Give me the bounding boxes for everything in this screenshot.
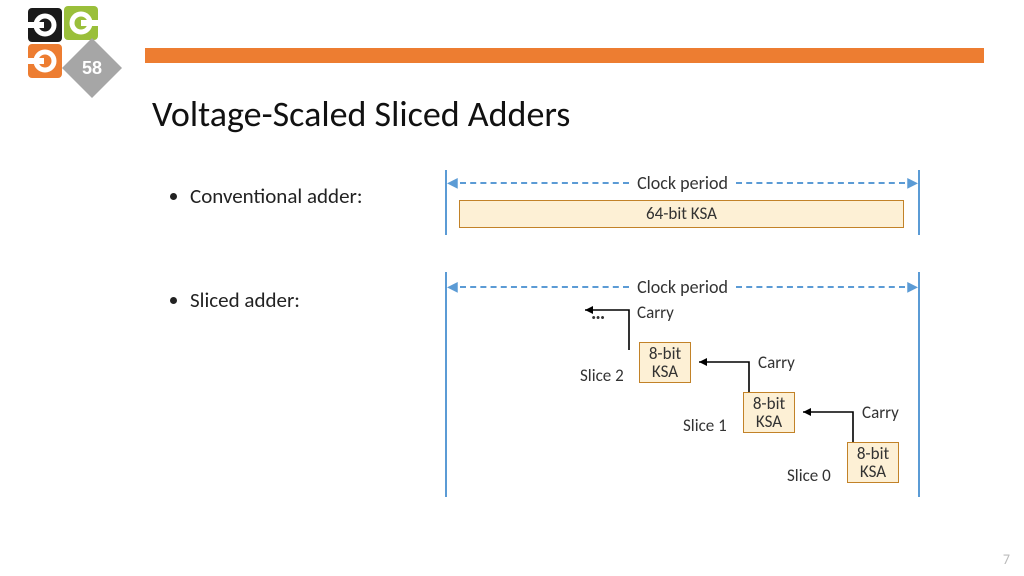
page-number: 7 (1003, 551, 1010, 568)
conference-logo: 58 (22, 6, 122, 106)
ksa-big-label: 64-bit KSA (646, 205, 717, 223)
dash-line (460, 286, 629, 288)
svg-text:58: 58 (82, 58, 102, 78)
ksa-slice-2-block: 8-bit KSA (639, 342, 691, 383)
carry-label: Carry (637, 302, 674, 323)
bullet-conventional: Conventional adder: (190, 183, 442, 209)
dash-line (736, 182, 905, 184)
clock-period-label: Clock period (637, 276, 728, 298)
slice-2-label: Slice 2 (580, 365, 624, 386)
clock-period-span-bottom: ◀ Clock period ▶ (447, 276, 918, 298)
ksa-slice-0-block: 8-bit KSA (847, 442, 899, 483)
ksa-small-line1: 8-bit (753, 395, 785, 413)
ksa-small-line1: 8-bit (857, 445, 889, 463)
arrow-left-icon: ◀ (447, 280, 458, 294)
arrow-right-icon: ▶ (907, 176, 918, 190)
dash-line (736, 286, 905, 288)
slice-1-label: Slice 1 (683, 415, 727, 436)
bullet-sliced: Sliced adder: (190, 287, 442, 313)
arrow-left-icon: ◀ (447, 176, 458, 190)
slice-0-label: Slice 0 (787, 465, 831, 486)
timing-diagram: ◀ Clock period ▶ 64-bit KSA ◀ Clock peri… (445, 170, 920, 510)
bound-line (918, 272, 920, 497)
clock-period-span-top: ◀ Clock period ▶ (447, 172, 918, 194)
clock-period-label: Clock period (637, 172, 728, 194)
slide-title: Voltage-Scaled Sliced Adders (152, 92, 570, 136)
ksa-small-line1: 8-bit (649, 345, 681, 363)
ksa-small-line2: KSA (652, 363, 678, 381)
bullet-list: Conventional adder: Sliced adder: (172, 183, 442, 391)
header-divider (145, 48, 984, 63)
ellipsis-label: … (591, 301, 607, 325)
arrow-right-icon: ▶ (907, 280, 918, 294)
dash-line (460, 182, 629, 184)
ksa-small-line2: KSA (860, 463, 886, 481)
bound-line (445, 272, 447, 497)
bound-line (918, 170, 920, 235)
carry-label: Carry (862, 402, 899, 423)
carry-label: Carry (758, 352, 795, 373)
ksa-64bit-block: 64-bit KSA (459, 200, 904, 228)
ksa-small-line2: KSA (756, 413, 782, 431)
ksa-slice-1-block: 8-bit KSA (743, 392, 795, 433)
